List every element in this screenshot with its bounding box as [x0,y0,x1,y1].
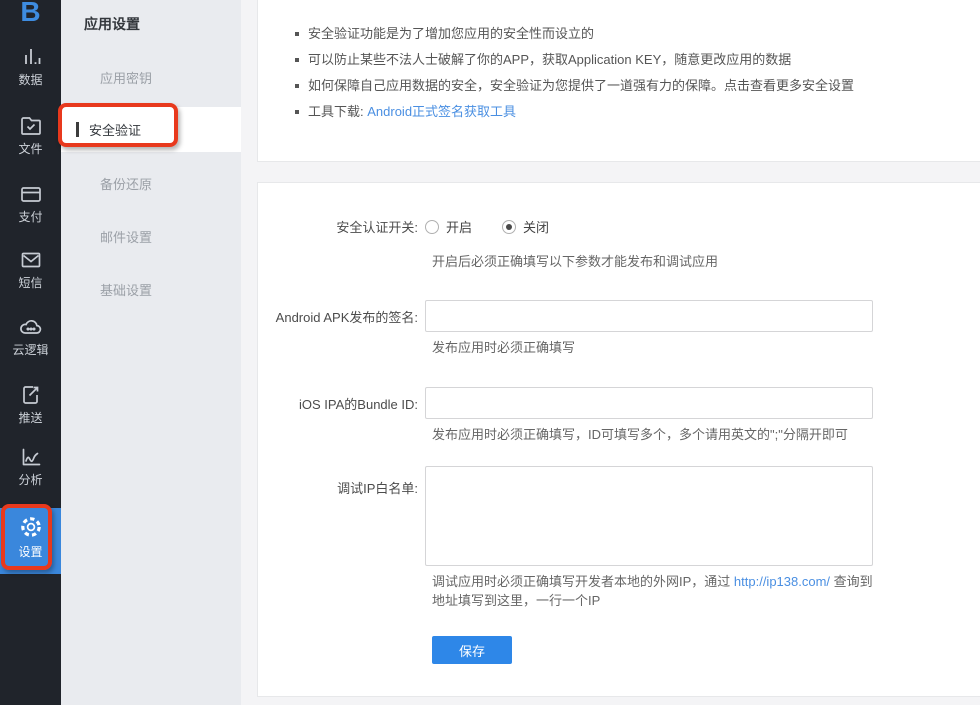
info-bullet-text: 安全验证功能是为了增加您应用的安全性而设立的 [308,26,594,41]
ip-note-prefix: 调试应用时必须正确填写开发者本地的外网IP，通过 [432,574,734,589]
sidebar-item-cloud-logic[interactable]: 云逻辑 [0,316,61,358]
ip-whitelist-label: 调试IP白名单: [258,466,425,566]
ios-bundle-input[interactable] [425,387,873,419]
sidebar-item-payment[interactable]: 支付 [0,183,61,225]
primary-sidebar: B 数据 文件 支付 [0,0,61,705]
sidebar-item-label: 文件 [18,142,42,156]
info-bullet: 可以防止某些不法人士破解了你的APP，获取Application KEY，随意更… [308,47,961,73]
push-icon [0,383,61,406]
app-window: B 数据 文件 支付 [0,0,980,705]
menu-item-security-verification[interactable]: 安全验证 [61,107,241,152]
android-signature-label: Android APK发布的签名: [258,307,425,326]
sidebar-item-sms[interactable]: 短信 [0,249,61,291]
sidebar-item-push[interactable]: 推送 [0,383,61,426]
info-bullet-text: 如何保障自己应用数据的安全，安全验证为您提供了一道强有力的保障。点击查看更多安全… [308,78,854,93]
ios-bundle-row: iOS IPA的Bundle ID: [258,387,980,419]
radio-option-on[interactable]: 开启 [425,217,472,236]
bank-card-icon [0,183,61,205]
android-signature-input[interactable] [425,300,873,332]
info-bullet: 安全验证功能是为了增加您应用的安全性而设立的 [308,21,961,47]
sidebar-item-data[interactable]: 数据 [0,46,61,88]
analytics-icon [0,446,61,468]
gear-icon [0,514,61,540]
info-bullet: 如何保障自己应用数据的安全，安全验证为您提供了一道强有力的保障。点击查看更多安全… [308,73,961,99]
ios-bundle-note: 发布应用时必须正确填写，ID可填写多个，多个请用英文的";"分隔开即可 [432,425,980,444]
ip-whitelist-row: 调试IP白名单: [258,466,980,566]
menu-item-app-keys[interactable]: 应用密钥 [100,68,152,87]
sidebar-item-label: 支付 [18,210,42,224]
security-form-panel: 安全认证开关: 开启 关闭 开启后必须正确填写以下参数才能发布和调试应用 And… [257,182,980,697]
menu-item-email-settings[interactable]: 邮件设置 [100,227,152,246]
bar-chart-icon [0,46,61,68]
menu-item-label: 应用密钥 [100,71,152,86]
menu-item-label: 备份还原 [100,177,152,192]
sidebar-item-label: 分析 [18,473,42,487]
sidebar-item-settings[interactable]: 设置 [0,508,61,574]
envelope-icon [0,249,61,271]
security-switch-radios: 开启 关闭 [425,217,549,236]
ip-whitelist-textarea[interactable] [425,466,873,566]
main-content: 安全验证功能是为了增加您应用的安全性而设立的 可以防止某些不法人士破解了你的AP… [241,0,980,705]
menu-item-label: 安全验证 [89,120,141,139]
active-indicator-bar [76,122,79,137]
info-bullet-text: 可以防止某些不法人士破解了你的APP，获取Application KEY，随意更… [308,52,791,67]
sidebar-item-label: 云逻辑 [12,343,48,357]
sidebar-item-label: 推送 [18,411,42,425]
cloud-icon [0,316,61,338]
menu-item-label: 基础设置 [100,283,152,298]
security-switch-note: 开启后必须正确填写以下参数才能发布和调试应用 [432,252,980,271]
secondary-sidebar: 应用设置 应用密钥 安全验证 备份还原 邮件设置 基础设置 [61,0,241,705]
radio-circle-checked-icon [502,220,516,234]
info-bullet-list: 安全验证功能是为了增加您应用的安全性而设立的 可以防止某些不法人士破解了你的AP… [308,21,961,125]
security-switch-label: 安全认证开关: [258,217,425,236]
android-signature-note: 发布应用时必须正确填写 [432,338,980,357]
brand-logo[interactable]: B [0,0,61,28]
info-bullet: 工具下载: Android正式签名获取工具 [308,99,961,125]
sidebar-item-label: 短信 [18,276,42,290]
android-signature-tool-link[interactable]: Android正式签名获取工具 [367,104,516,119]
menu-item-backup-restore[interactable]: 备份还原 [100,174,152,193]
ip-whitelist-note: 调试应用时必须正确填写开发者本地的外网IP，通过 http://ip138.co… [432,572,880,610]
sidebar-item-analytics[interactable]: 分析 [0,446,61,488]
android-signature-row: Android APK发布的签名: [258,300,980,332]
sidebar-item-label: 数据 [18,73,42,87]
save-button[interactable]: 保存 [432,636,512,664]
info-bullet-text: 工具下载: [308,104,367,119]
ios-bundle-label: iOS IPA的Bundle ID: [258,394,425,413]
sidebar-item-files[interactable]: 文件 [0,114,61,157]
menu-item-label: 邮件设置 [100,230,152,245]
radio-option-off[interactable]: 关闭 [502,217,549,236]
radio-label: 关闭 [523,217,549,236]
radio-label: 开启 [446,217,472,236]
folder-check-icon [0,114,61,137]
ip138-link[interactable]: http://ip138.com/ [734,574,830,589]
radio-circle-icon [425,220,439,234]
menu-item-basic-settings[interactable]: 基础设置 [100,280,152,299]
security-switch-row: 安全认证开关: 开启 关闭 [258,217,980,236]
secondary-sidebar-title: 应用设置 [84,14,140,34]
info-panel: 安全验证功能是为了增加您应用的安全性而设立的 可以防止某些不法人士破解了你的AP… [257,0,980,162]
sidebar-item-label: 设置 [18,545,42,559]
